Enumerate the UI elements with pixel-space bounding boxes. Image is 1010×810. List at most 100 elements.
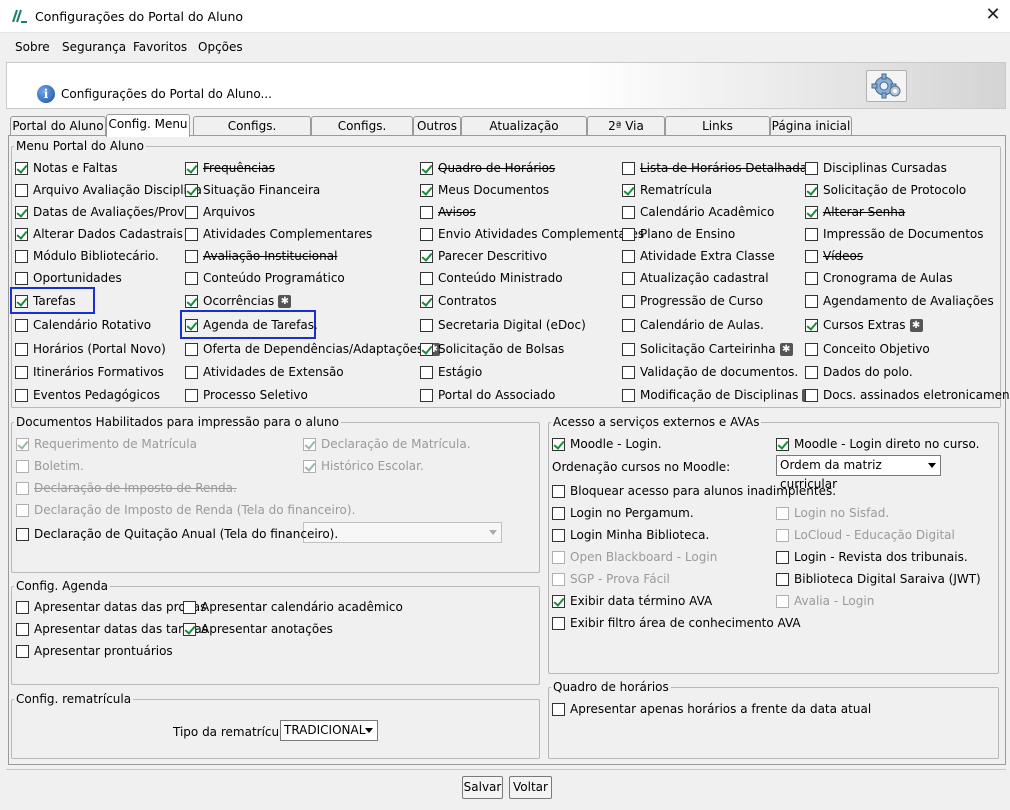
checkbox-agendamento-de-avaliacoes[interactable]: Agendamento de Avaliações: [805, 293, 994, 309]
checkbox-moodle-login[interactable]: Moodle - Login.: [552, 436, 662, 452]
checkbox-frequencias[interactable]: Frequências: [185, 160, 275, 176]
checkbox-solicitacao-carteirinha[interactable]: Solicitação Carteirinha ✱: [622, 341, 793, 357]
back-button[interactable]: Voltar: [509, 776, 552, 799]
checkbox-notas-e-faltas[interactable]: Notas e Faltas: [15, 160, 117, 176]
checkbox-contratos[interactable]: Contratos: [420, 293, 497, 309]
checkbox-situacao-financeira[interactable]: Situação Financeira: [185, 182, 320, 198]
checkbox-biblioteca-digital-saraiva-jwt[interactable]: Biblioteca Digital Saraiva (JWT): [776, 571, 981, 587]
tab-portal-do-aluno[interactable]: Portal do Aluno: [10, 116, 106, 136]
checkbox-arquivo-avaliacao-disciplina[interactable]: Arquivo Avaliação Disciplina: [15, 182, 202, 198]
checkbox-impressao-de-documentos[interactable]: Impressão de Documentos: [805, 226, 984, 242]
save-button[interactable]: Salvar: [462, 776, 503, 799]
tab-config-menu[interactable]: Config. Menu: [106, 114, 190, 137]
checkbox-login-minha-biblioteca[interactable]: Login Minha Biblioteca.: [552, 527, 709, 543]
checkbox-atividade-extra-classe[interactable]: Atividade Extra Classe: [622, 248, 775, 264]
checkbox-validacao-de-documentos[interactable]: Validação de documentos.: [622, 364, 798, 380]
tab-links-alternativos[interactable]: Links Alternativos: [665, 116, 770, 151]
checkbox-dados-do-polo[interactable]: Dados do polo.: [805, 364, 913, 380]
checkbox-atualizacao-cadastral[interactable]: Atualização cadastral: [622, 270, 769, 286]
menu-sobre[interactable]: Sobre: [15, 40, 50, 54]
checkbox-conteudo-ministrado[interactable]: Conteúdo Ministrado: [420, 270, 563, 286]
checkbox-datas-de-avaliacoes-provas[interactable]: Datas de Avaliações/Provas: [15, 204, 198, 220]
checkbox-atividades-complementares[interactable]: Atividades Complementares: [185, 226, 372, 242]
checkbox-meus-documentos[interactable]: Meus Documentos: [420, 182, 549, 198]
checkbox-agenda-de-tarefas[interactable]: Agenda de Tarefas.: [185, 317, 318, 333]
checkbox-secretaria-digital-edoc[interactable]: Secretaria Digital (eDoc): [420, 317, 586, 333]
gear-icon[interactable]: ✱: [909, 318, 923, 332]
checkbox-avaliacao-institucional[interactable]: Avaliação Institucional: [185, 248, 337, 264]
unchecked-icon: [15, 318, 28, 332]
menu-opcoes[interactable]: Opções: [198, 40, 243, 54]
gear-icon[interactable]: ✱: [278, 294, 292, 308]
close-window-button[interactable]: ✕: [980, 3, 1006, 29]
unchecked-icon: [552, 616, 565, 630]
checkbox-avisos[interactable]: Avisos: [420, 204, 476, 220]
tab-2a-via-boleto[interactable]: 2ª Via Boleto: [587, 116, 665, 151]
checkbox-apresentar-prontuarios[interactable]: Apresentar prontuários: [16, 643, 173, 659]
checkbox-login-no-pergamum[interactable]: Login no Pergamum.: [552, 505, 694, 521]
checkbox-modificacao-de-disciplinas[interactable]: Modificação de Disciplinas✱: [622, 387, 816, 403]
checkbox-apresentar-datas-das-provas[interactable]: Apresentar datas das provas: [16, 599, 206, 615]
checkbox-solicitacao-de-bolsas[interactable]: Solicitação de Bolsas: [420, 341, 564, 357]
checkbox-cursos-extras[interactable]: Cursos Extras ✱: [805, 317, 923, 333]
checkbox-envio-atividades-complementares[interactable]: Envio Atividades Complementares: [420, 226, 644, 242]
unchecked-icon: [16, 481, 29, 495]
checkbox-lista-de-horarios-detalhada[interactable]: Lista de Horários Detalhada: [622, 160, 807, 176]
checkbox-calendario-rotativo[interactable]: Calendário Rotativo: [15, 317, 151, 333]
ordenacao-select[interactable]: Ordem da matriz curricular: [776, 455, 941, 491]
checkbox-itinerarios-formativos[interactable]: Itinerários Formativos: [15, 364, 164, 380]
menu-favoritos[interactable]: Favoritos: [133, 40, 187, 54]
checkbox-plano-de-ensino[interactable]: Plano de Ensino: [622, 226, 735, 242]
tab-pagina-inicial[interactable]: Página inicial: [770, 116, 852, 136]
checkbox-conteudo-programatico[interactable]: Conteúdo Programático: [185, 270, 345, 286]
checkbox-videos[interactable]: Vídeos: [805, 248, 863, 264]
checkbox-docs-assinados-eletronicamente[interactable]: Docs. assinados eletronicamente.: [805, 387, 1010, 403]
unchecked-icon: [805, 342, 818, 356]
checkbox-arquivos[interactable]: Arquivos: [185, 204, 255, 220]
checkbox-login-revista-dos-tribunais[interactable]: Login - Revista dos tribunais.: [776, 549, 968, 565]
checkbox-apresentar-datas-das-tarefas[interactable]: Apresentar datas das tarefas: [16, 621, 208, 637]
checkbox-alterar-senha[interactable]: Alterar Senha: [805, 204, 905, 220]
checkbox-portal-do-associado[interactable]: Portal do Associado: [420, 387, 555, 403]
tab-outros[interactable]: Outros: [413, 116, 461, 136]
checkbox-cronograma-de-aulas[interactable]: Cronograma de Aulas: [805, 270, 953, 286]
checkbox-modulo-bibliotecario[interactable]: Módulo Bibliotecário.: [15, 248, 159, 264]
checkbox-tarefas[interactable]: Tarefas: [15, 293, 76, 309]
checkbox-declaracao-de-quitacao-anual-tela-do-financeiro[interactable]: Declaração de Quitação Anual (Tela do fi…: [16, 526, 338, 542]
rematricula-select[interactable]: TRADICIONAL: [280, 720, 378, 741]
checkbox-exibir-data-termino-ava[interactable]: Exibir data término AVA: [552, 593, 712, 609]
tab-configs-diversas[interactable]: Configs. Diversas: [311, 116, 413, 151]
checkbox-parecer-descritivo[interactable]: Parecer Descritivo: [420, 248, 547, 264]
checkbox-oferta-de-dependencias-adaptacoes[interactable]: Oferta de Dependências/Adaptações ✱: [185, 341, 441, 357]
checkbox-quadro-de-horarios[interactable]: Quadro de Horários: [420, 160, 555, 176]
checkbox-progressao-de-curso[interactable]: Progressão de Curso: [622, 293, 763, 309]
checkbox-alterar-dados-cadastrais[interactable]: Alterar Dados Cadastrais: [15, 226, 183, 242]
checkbox-horarios-portal-novo[interactable]: Horários (Portal Novo): [15, 341, 166, 357]
unchecked-icon: [622, 388, 635, 402]
gear-icon[interactable]: ✱: [779, 342, 793, 356]
checkbox-apresentar-apenas-horarios-a-frente-da-data-atual[interactable]: Apresentar apenas horários a frente da d…: [552, 701, 871, 717]
tab-atualizacao-cadastral[interactable]: Atualização Cadastral: [461, 116, 587, 151]
checkbox-rematricula[interactable]: Rematrícula: [622, 182, 712, 198]
checkbox-calendario-academico[interactable]: Calendário Acadêmico: [622, 204, 774, 220]
menu-seguranca[interactable]: Segurança: [62, 40, 126, 54]
checkbox-disciplinas-cursadas[interactable]: Disciplinas Cursadas: [805, 160, 947, 176]
checkbox-solicitacao-de-protocolo[interactable]: Solicitação de Protocolo: [805, 182, 966, 198]
checkbox-oportunidades[interactable]: Oportunidades: [15, 270, 122, 286]
checkbox-label: Dados do polo.: [823, 365, 913, 379]
checkbox-apresentar-calendario-academico[interactable]: Apresentar calendário acadêmico: [183, 599, 403, 615]
checkbox-eventos-pedagogicos[interactable]: Eventos Pedagógicos: [15, 387, 160, 403]
checkbox-bloquear-acesso-para-alunos-inadimplentes[interactable]: Bloquear acesso para alunos inadimplente…: [552, 483, 836, 499]
checkbox-calendario-de-aulas[interactable]: Calendário de Aulas.: [622, 317, 764, 333]
checkbox-processo-seletivo[interactable]: Processo Seletivo: [185, 387, 308, 403]
checkbox-ocorrencias[interactable]: Ocorrências ✱: [185, 293, 292, 309]
checkbox-estagio[interactable]: Estágio: [420, 364, 482, 380]
checkbox-exibir-filtro-area-de-conhecimento-ava[interactable]: Exibir filtro área de conhecimento AVA: [552, 615, 801, 631]
checkbox-conceito-objetivo[interactable]: Conceito Objetivo: [805, 341, 930, 357]
checkbox-moodle-login-direto-no-curso[interactable]: Moodle - Login direto no curso.: [776, 436, 979, 452]
externos-group: Acesso a serviços externos e AVAs: [548, 415, 999, 674]
tab-configs-financeiras[interactable]: Configs. Financeiras: [193, 116, 311, 151]
checkbox-apresentar-anotacoes[interactable]: Apresentar anotações: [183, 621, 333, 637]
settings-gear-button[interactable]: [866, 70, 907, 102]
checkbox-atividades-de-extensao[interactable]: Atividades de Extensão: [185, 364, 344, 380]
